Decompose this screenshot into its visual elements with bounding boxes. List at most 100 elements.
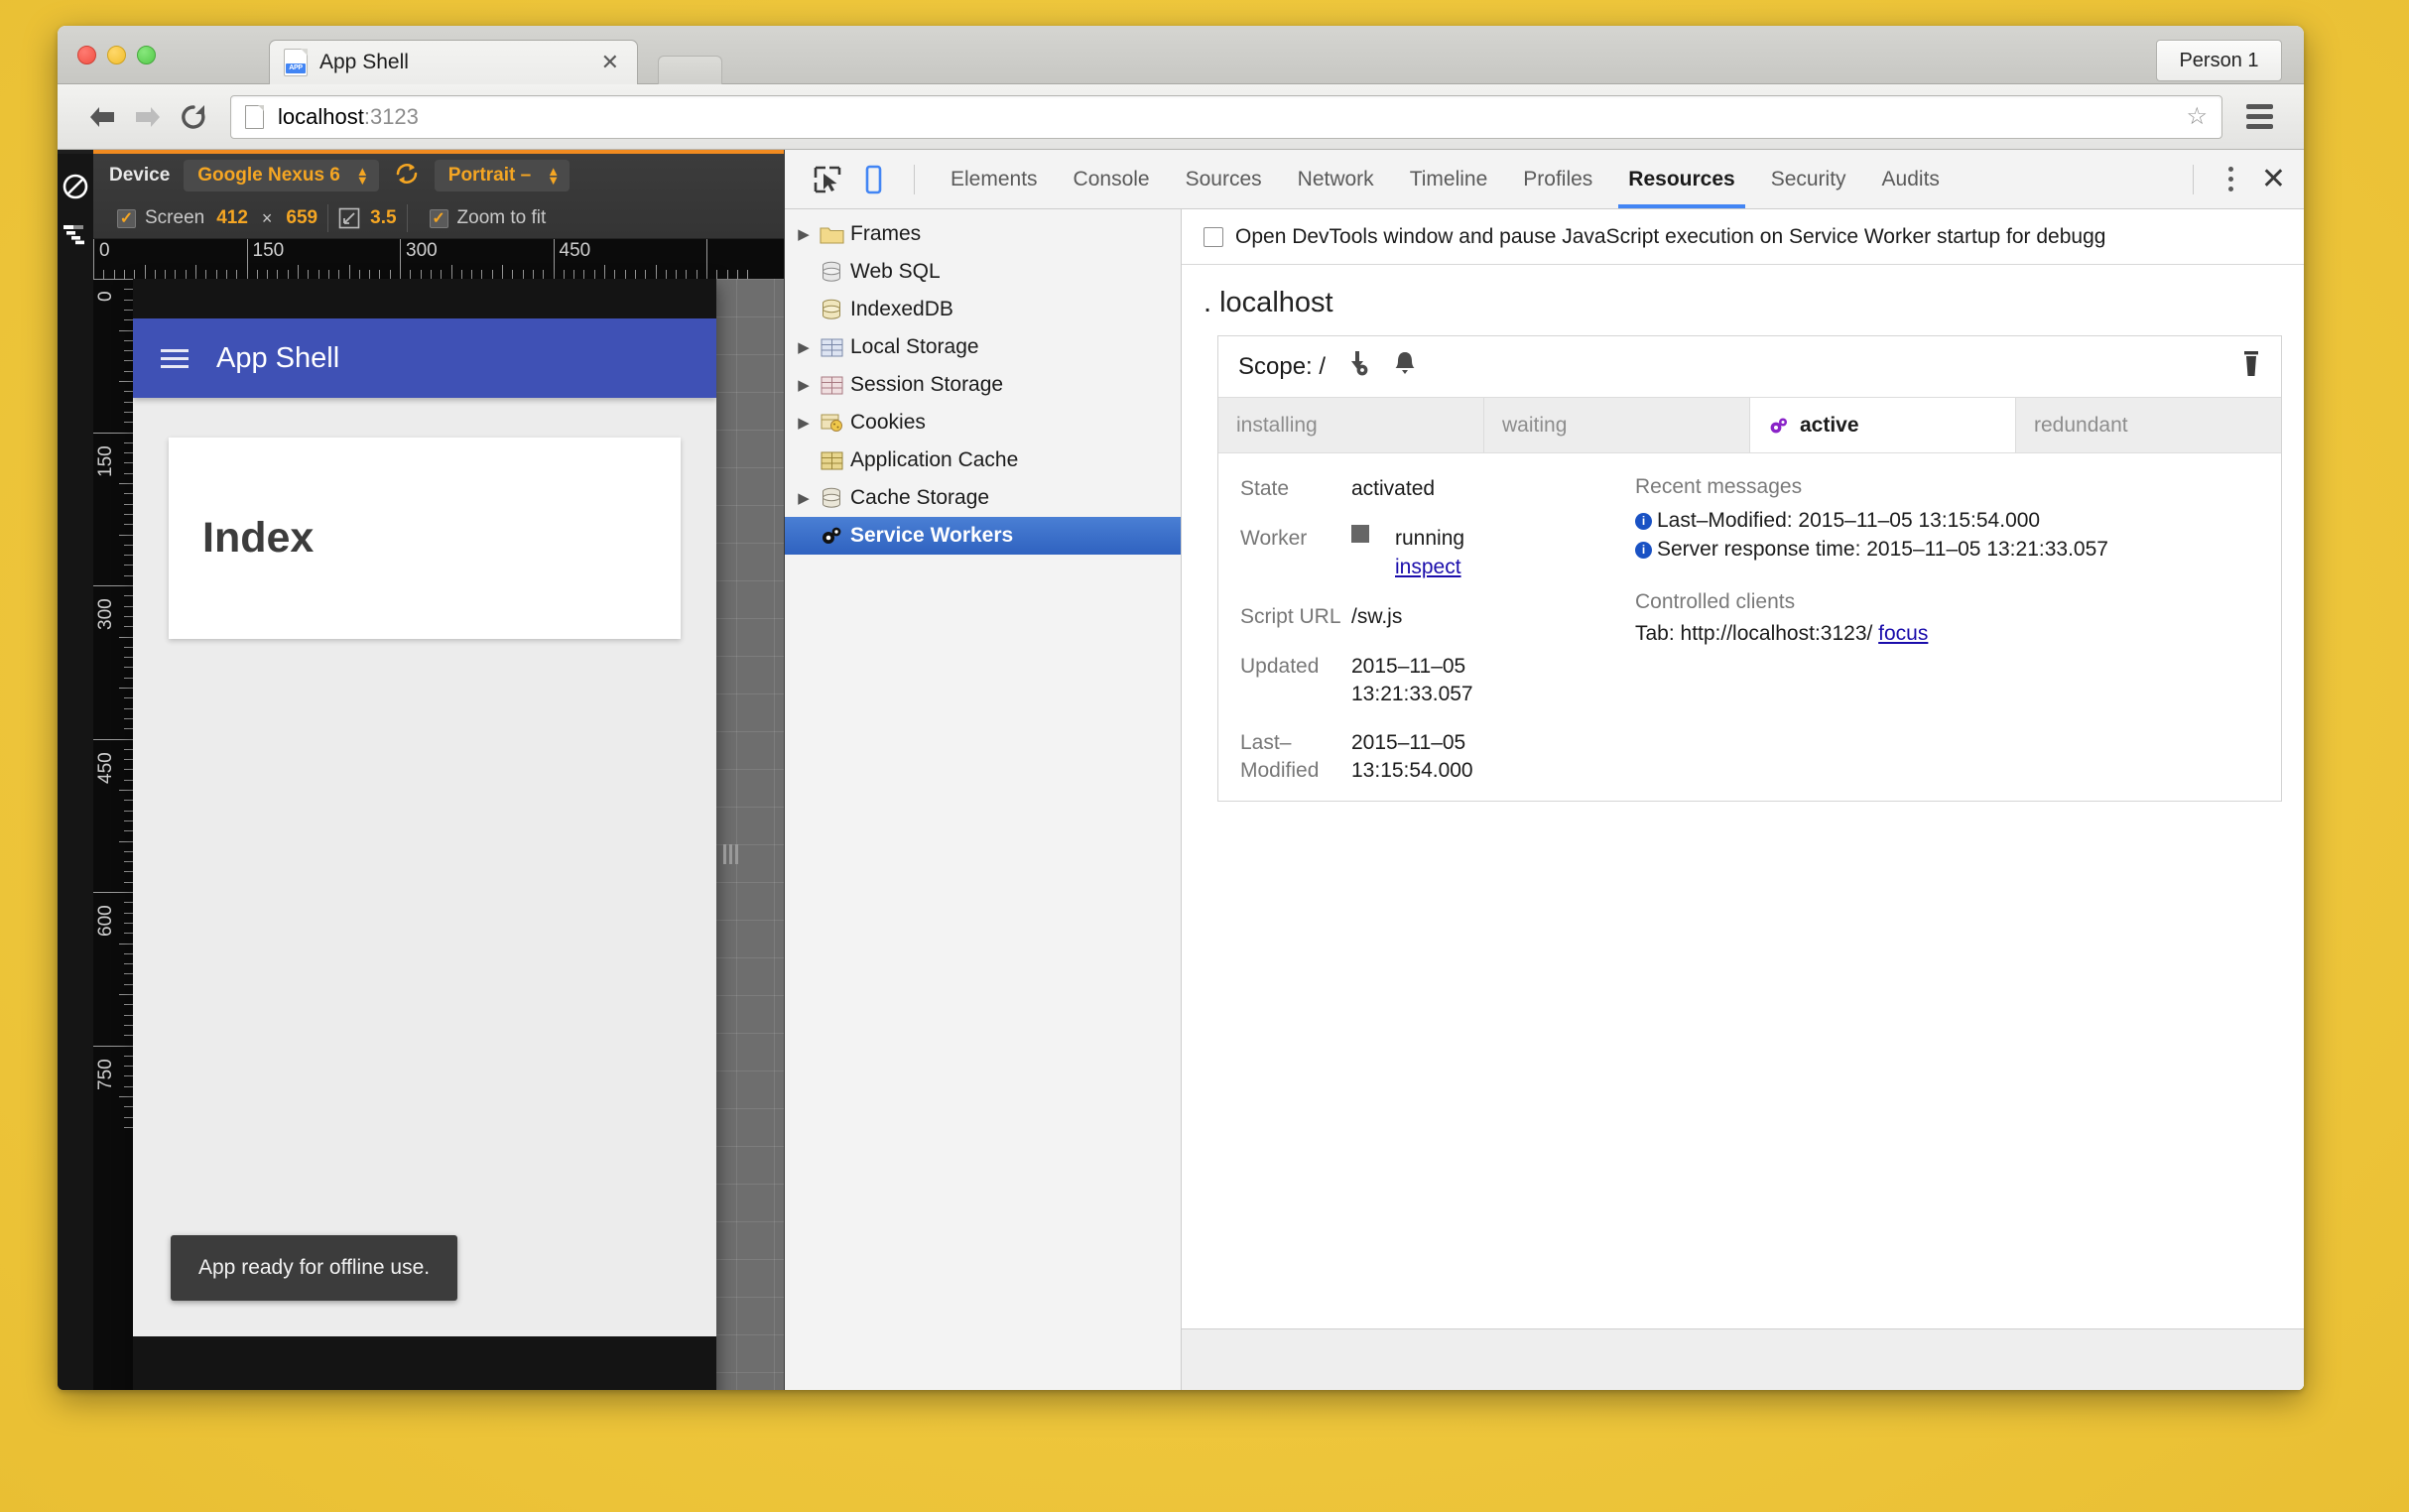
sw-details-right-column: Recent messages i Last–Modified: 2015–11…	[1635, 475, 2281, 807]
back-arrow-icon[interactable]	[79, 94, 125, 140]
tree-item-web-sql[interactable]: ▶ Web SQL	[785, 253, 1181, 291]
ruler-tick	[420, 270, 422, 279]
state-tab-installing[interactable]: installing	[1218, 398, 1484, 452]
tab-resources[interactable]: Resources	[1610, 150, 1752, 208]
chevron-right-icon[interactable]: ▶	[795, 338, 813, 356]
tree-item-cache-storage[interactable]: ▶ Cache Storage	[785, 479, 1181, 517]
device-pixel-ratio-value[interactable]: 3.5	[370, 207, 396, 229]
profile-button[interactable]: Person 1	[2156, 40, 2282, 81]
tab-console[interactable]: Console	[1056, 150, 1168, 208]
device-selector[interactable]: Google Nexus 6 ▲ ▼	[184, 160, 379, 191]
device-emulation-pane: Device Google Nexus 6 ▲ ▼ Portrait – ▲ ▼…	[58, 150, 785, 1390]
tab-network[interactable]: Network	[1280, 150, 1392, 208]
rotate-icon[interactable]	[393, 160, 421, 192]
ruler-tick	[124, 1126, 133, 1128]
inspect-link[interactable]: inspect	[1395, 554, 1464, 581]
resize-handle-right[interactable]	[716, 279, 744, 1390]
chevron-right-icon[interactable]: ▶	[795, 414, 813, 432]
tree-item-application-cache[interactable]: ▶ Application Cache	[785, 441, 1181, 479]
detail-value: 2015–11–05 13:21:33.057	[1351, 654, 1473, 705]
network-throttling-icon[interactable]	[61, 219, 90, 249]
ruler-tick	[119, 329, 133, 331]
tree-item-label: IndexedDB	[850, 298, 953, 320]
ruler-tick	[124, 462, 133, 464]
ruler-tick	[369, 270, 371, 279]
screen-multiply-symbol: ×	[261, 207, 273, 228]
state-tab-waiting[interactable]: waiting	[1484, 398, 1750, 452]
browser-tab-title: App Shell	[319, 51, 409, 73]
ruler-tick	[119, 840, 133, 842]
sw-state-tabs: installing waiting active redundant	[1218, 398, 2281, 453]
tree-item-local-storage[interactable]: ▶ Local Storage	[785, 328, 1181, 366]
background-sync-icon[interactable]	[1343, 349, 1373, 384]
tree-item-session-storage[interactable]: ▶ Session Storage	[785, 366, 1181, 404]
ruler-tick	[124, 339, 133, 341]
tab-security[interactable]: Security	[1753, 150, 1864, 208]
tree-item-label: Session Storage	[850, 373, 1004, 396]
ruler-tick	[287, 270, 289, 279]
screen-height-input[interactable]: 659	[286, 207, 317, 229]
stop-worker-icon[interactable]	[1351, 524, 1369, 543]
chevron-right-icon[interactable]: ▶	[795, 489, 813, 507]
maximize-window-button[interactable]	[137, 46, 156, 64]
tree-item-service-workers[interactable]: ▶ Service Workers	[785, 517, 1181, 555]
ruler-tick	[119, 381, 133, 382]
ruler-tick	[124, 391, 133, 393]
orientation-selector[interactable]: Portrait – ▲ ▼	[434, 160, 571, 191]
state-tab-redundant[interactable]: redundant	[2016, 398, 2281, 452]
trash-icon[interactable]	[2239, 349, 2263, 384]
screen-label: Screen	[145, 207, 205, 228]
detail-key: Last–Modified	[1240, 731, 1320, 783]
chevron-right-icon[interactable]: ▶	[795, 225, 813, 243]
app-bar-title: App Shell	[216, 341, 340, 374]
zoom-to-fit-checkbox[interactable]: ✓ Zoom to fit	[418, 207, 559, 229]
push-notification-icon[interactable]	[1391, 349, 1419, 384]
device-label: Device	[109, 165, 171, 186]
forward-arrow-icon[interactable]	[125, 94, 171, 140]
resources-tree: ▶ Frames ▶	[785, 209, 1182, 1390]
inspect-element-icon[interactable]	[805, 157, 850, 202]
toggle-device-toolbar-icon[interactable]	[850, 157, 896, 202]
tab-audits[interactable]: Audits	[1864, 150, 1958, 208]
tree-item-frames[interactable]: ▶ Frames	[785, 215, 1181, 253]
screen-width-input[interactable]: 412	[216, 207, 248, 229]
state-tab-active[interactable]: active	[1750, 398, 2016, 452]
detail-value: activated	[1351, 477, 1436, 500]
address-bar[interactable]: localhost:3123 ☆	[230, 94, 2222, 139]
tab-profiles[interactable]: Profiles	[1505, 150, 1610, 208]
no-throttling-icon[interactable]	[61, 172, 90, 201]
ruler-tick	[124, 800, 133, 802]
bookmark-star-icon[interactable]: ☆	[2186, 102, 2208, 131]
panel-empty-space	[1182, 802, 2304, 1328]
chevron-right-icon[interactable]: ▶	[795, 376, 813, 394]
ruler-tick	[124, 952, 133, 954]
ruler-tick	[124, 819, 133, 821]
browser-tab[interactable]: App Shell ✕	[269, 40, 638, 84]
more-options-icon[interactable]	[2212, 167, 2251, 191]
focus-link[interactable]: focus	[1878, 622, 1928, 645]
checkbox-checked-icon: ✓	[429, 208, 448, 228]
reload-arrow-icon[interactable]	[171, 94, 216, 140]
ruler-tick	[93, 1045, 133, 1047]
hamburger-menu-icon[interactable]	[161, 348, 189, 368]
screen-size-checkbox[interactable]: ✓ Screen	[105, 207, 216, 229]
tab-timeline[interactable]: Timeline	[1392, 150, 1506, 208]
tree-item-cookies[interactable]: ▶ Cookies	[785, 404, 1181, 441]
browser-menu-icon[interactable]	[2236, 94, 2282, 140]
card-title: Index	[202, 514, 315, 562]
new-tab-button[interactable]	[658, 56, 722, 84]
tree-item-label: Web SQL	[850, 260, 941, 283]
ruler-tick	[124, 973, 133, 975]
minimize-window-button[interactable]	[107, 46, 126, 64]
tab-sources[interactable]: Sources	[1168, 150, 1280, 208]
close-icon[interactable]: ✕	[597, 52, 623, 73]
tree-item-indexeddb[interactable]: ▶ IndexedDB	[785, 291, 1181, 328]
tab-elements[interactable]: Elements	[933, 150, 1056, 208]
close-window-button[interactable]	[77, 46, 96, 64]
debug-on-startup-checkbox[interactable]	[1204, 226, 1223, 247]
gear-icon	[1768, 416, 1790, 436]
devtools-tab-bar: Elements Console Sources Network Timelin…	[785, 150, 2304, 209]
sw-scope-label: Scope: /	[1238, 352, 1327, 380]
close-icon[interactable]: ✕	[2261, 164, 2286, 194]
ruler-tick	[308, 270, 310, 279]
